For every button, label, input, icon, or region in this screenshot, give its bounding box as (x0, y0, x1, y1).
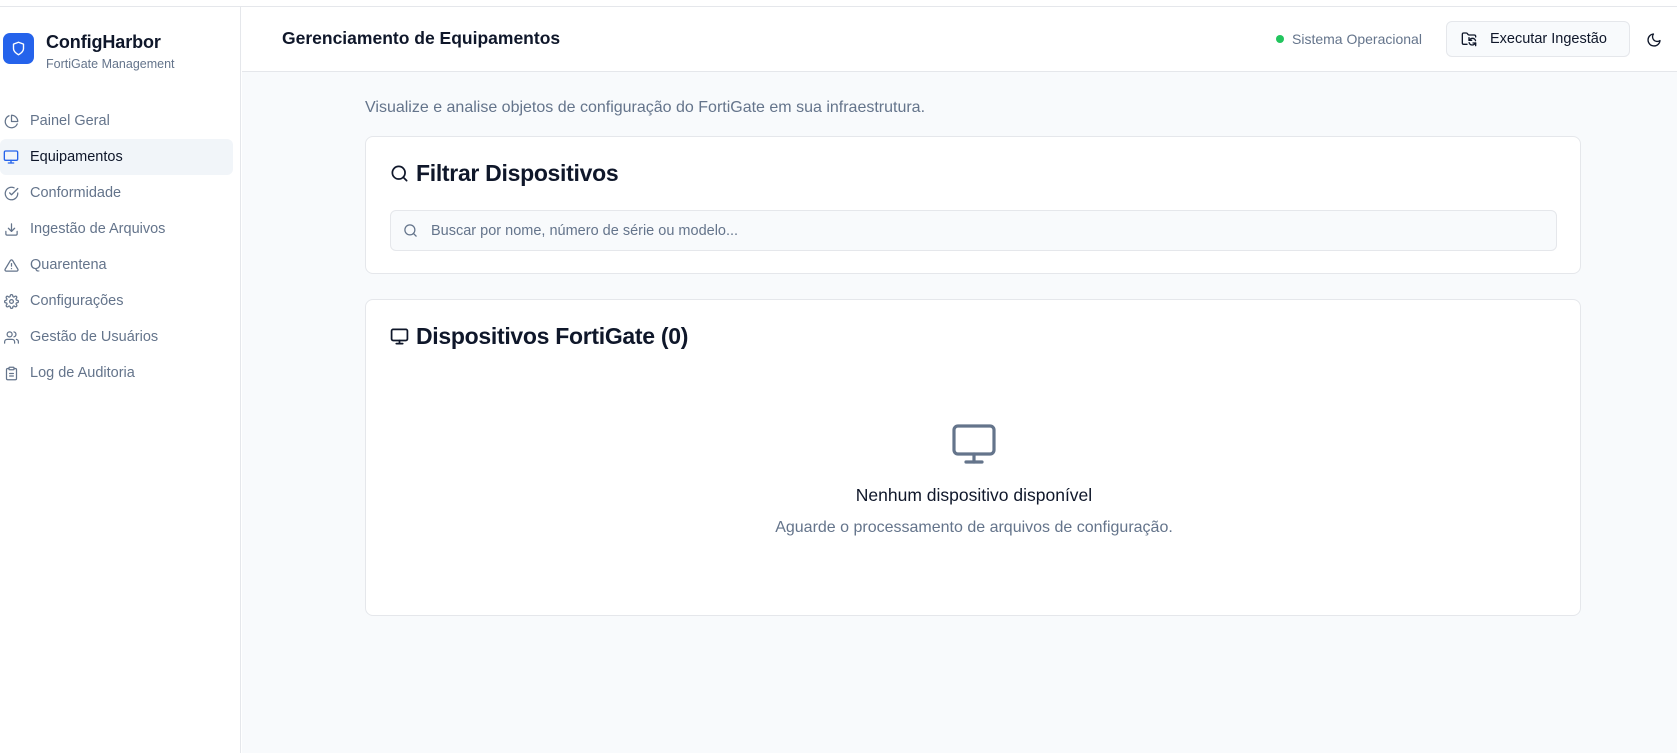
alert-triangle-icon (3, 257, 19, 273)
folder-sync-icon (1461, 32, 1477, 47)
brand-subtitle: FortiGate Management (46, 57, 175, 71)
sidebar-item-label: Painel Geral (30, 113, 110, 129)
sidebar-item-label: Configurações (30, 293, 124, 309)
check-circle-icon (3, 185, 19, 201)
sidebar-item-equipamentos[interactable]: Equipamentos (0, 139, 233, 175)
users-icon (3, 329, 19, 345)
empty-state-description: Aguarde o processamento de arquivos de c… (775, 519, 1173, 536)
sidebar-item-label: Quarentena (30, 257, 107, 273)
pie-chart-icon (3, 113, 19, 129)
empty-state-title: Nenhum dispositivo disponível (855, 485, 1093, 505)
sidebar-item-label: Gestão de Usuários (30, 329, 159, 345)
shield-icon (12, 41, 25, 56)
sidebar-item-label: Ingestão de Arquivos (30, 221, 166, 237)
sidebar: ConfigHarbor FortiGate Management Painel… (0, 7, 241, 753)
status-dot-icon (1276, 35, 1284, 43)
monitor-icon (952, 424, 996, 464)
sidebar-item-label: Conformidade (30, 185, 122, 201)
devices-card: Dispositivos FortiGate (0) Nenhum dispos… (365, 299, 1581, 616)
sidebar-nav: Painel Geral Equipamentos Conformidade I… (0, 103, 233, 391)
sidebar-item-gestao-usuarios[interactable]: Gestão de Usuários (0, 319, 233, 355)
search-field[interactable] (390, 210, 1557, 251)
system-status: Sistema Operacional (1276, 31, 1422, 47)
status-text: Sistema Operacional (1292, 31, 1422, 47)
devices-card-title: Dispositivos FortiGate (0) (390, 323, 688, 350)
devices-title-text: Dispositivos FortiGate (0) (416, 323, 689, 349)
filter-title-text: Filtrar Dispositivos (416, 160, 619, 186)
clipboard-icon (3, 365, 19, 381)
sidebar-item-conformidade[interactable]: Conformidade (0, 175, 233, 211)
page-title: Gerenciamento de Equipamentos (282, 28, 561, 48)
empty-state: Nenhum dispositivo disponível Aguarde o … (366, 420, 1582, 537)
search-input[interactable] (431, 222, 1531, 239)
sidebar-item-label: Equipamentos (30, 149, 123, 165)
download-icon (3, 221, 19, 237)
run-ingestion-button[interactable]: Executar Ingestão (1446, 21, 1630, 57)
filter-card-title: Filtrar Dispositivos (390, 160, 619, 187)
sidebar-item-label: Log de Auditoria (30, 365, 135, 381)
sidebar-item-log-auditoria[interactable]: Log de Auditoria (0, 355, 233, 391)
sidebar-item-quarentena[interactable]: Quarentena (0, 247, 233, 283)
run-ingestion-label: Executar Ingestão (1490, 31, 1607, 47)
sidebar-item-painel-geral[interactable]: Painel Geral (0, 103, 233, 139)
sidebar-item-ingestao[interactable]: Ingestão de Arquivos (0, 211, 233, 247)
gear-icon (3, 293, 19, 309)
moon-icon (1647, 33, 1661, 47)
top-header: Gerenciamento de Equipamentos Sistema Op… (242, 7, 1677, 72)
main-content: Visualize e analise objetos de configura… (242, 72, 1677, 753)
page-subtitle: Visualize e analise objetos de configura… (365, 99, 926, 116)
monitor-icon (3, 149, 19, 165)
theme-toggle-button[interactable] (1639, 25, 1669, 55)
filter-card: Filtrar Dispositivos (365, 136, 1581, 274)
brand-logo (3, 33, 34, 64)
search-icon (391, 165, 408, 182)
monitor-icon (390, 328, 409, 345)
top-border (0, 0, 1677, 7)
brand-title: ConfigHarbor (46, 32, 161, 52)
search-icon (404, 224, 417, 237)
sidebar-item-configuracoes[interactable]: Configurações (0, 283, 233, 319)
